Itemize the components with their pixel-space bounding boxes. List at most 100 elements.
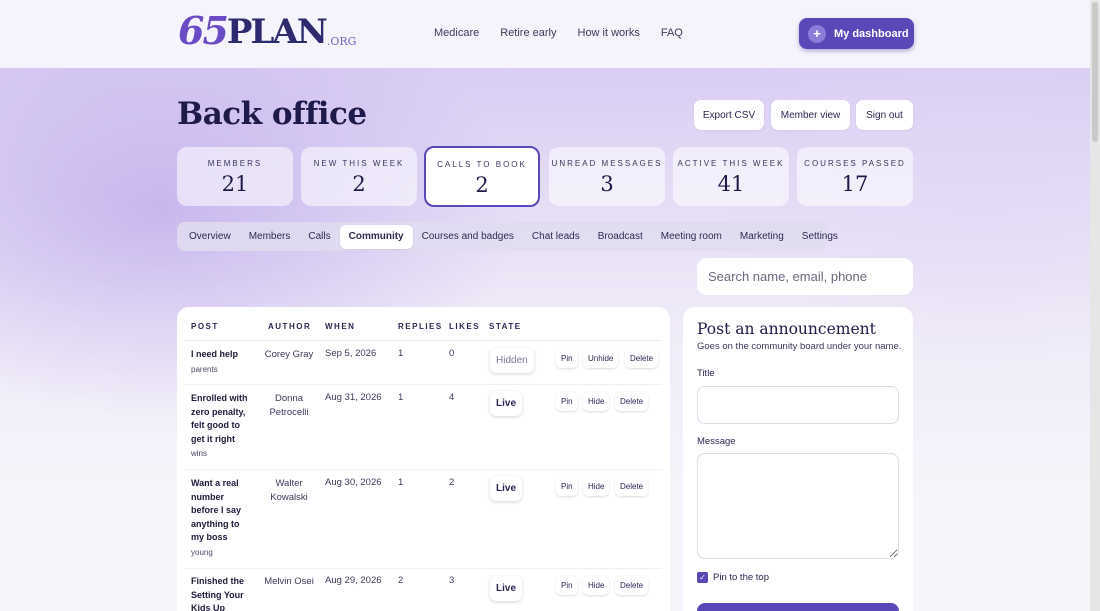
community-posts-table: Post Author When Replies Likes State I n… (177, 307, 670, 611)
replies-cell: 1 (398, 348, 404, 359)
checkbox-checked-icon[interactable]: ✓ (697, 572, 708, 583)
col-header-post: Post (191, 322, 219, 331)
table-row: Enrolled with zero penalty, felt good to… (177, 384, 670, 468)
post-tag: wins (191, 449, 208, 459)
announcement-title-field[interactable] (697, 386, 899, 424)
page-scrollbar[interactable] (1090, 0, 1100, 611)
post-cell[interactable]: I need help parents (191, 348, 253, 376)
page-title: Back office (177, 96, 367, 132)
likes-cell: 0 (449, 348, 455, 359)
stat-unread-messages[interactable]: Unread messages 3 (549, 147, 665, 206)
hide-button[interactable]: Hide (583, 576, 610, 595)
post-cell[interactable]: Finished the Setting Your Kids Up (191, 575, 253, 611)
tab-meeting-room[interactable]: Meeting room (652, 225, 731, 249)
delete-button[interactable]: Delete (615, 477, 649, 496)
stat-value: 41 (717, 172, 745, 196)
when-cell: Sep 5, 2026 (325, 348, 377, 359)
unhide-button[interactable]: Unhide (583, 349, 619, 368)
when-cell: Aug 29, 2026 (325, 575, 382, 586)
tab-overview[interactable]: Overview (180, 225, 240, 249)
export-csv-button[interactable]: Export CSV (694, 100, 764, 130)
stat-members[interactable]: Members 21 (177, 147, 293, 206)
section-tabs: Overview Members Calls Community Courses… (177, 222, 838, 251)
col-header-author: Author (268, 322, 312, 331)
pin-button[interactable]: Pin (556, 576, 578, 595)
tab-courses-and-badges[interactable]: Courses and badges (413, 225, 523, 249)
row-divider (185, 469, 662, 470)
status-badge: Live (490, 576, 523, 601)
author-cell: Walter Kowalski (270, 478, 308, 503)
tab-broadcast[interactable]: Broadcast (589, 225, 652, 249)
post-cell[interactable]: Enrolled with zero penalty, felt good to… (191, 392, 253, 461)
post-announcement-button[interactable] (697, 603, 899, 611)
stat-label: Calls to book (437, 160, 527, 169)
status-badge: Live (490, 391, 523, 416)
table-row: I need help parents Corey Gray Sep 5, 20… (177, 341, 670, 383)
message-field-label: Message (697, 436, 736, 447)
announcement-title: Post an announcement (697, 320, 876, 338)
table-row: Want a real number before I say anything… (177, 469, 670, 567)
pin-button[interactable]: Pin (556, 392, 578, 411)
stat-value: 2 (352, 172, 366, 196)
tab-settings[interactable]: Settings (793, 225, 847, 249)
stats-row: Members 21 New this week 2 Calls to book… (177, 146, 914, 207)
delete-button[interactable]: Delete (615, 392, 649, 411)
scrollbar-thumb[interactable] (1092, 2, 1098, 142)
stat-label: New this week (313, 159, 405, 168)
likes-cell: 3 (449, 575, 455, 586)
status-badge: Live (490, 476, 523, 501)
delete-button[interactable]: Delete (615, 576, 649, 595)
stat-label: Courses passed (804, 159, 906, 168)
pin-to-top-toggle[interactable]: ✓ Pin to the top (697, 572, 769, 583)
stat-value: 17 (841, 172, 869, 196)
when-cell: Aug 30, 2026 (325, 477, 382, 488)
stat-new-this-week[interactable]: New this week 2 (301, 147, 417, 206)
sign-out-button[interactable]: Sign out (856, 100, 913, 130)
search-input[interactable] (697, 258, 913, 295)
replies-cell: 1 (398, 477, 404, 488)
stat-label: Active this week (677, 159, 785, 168)
tab-calls[interactable]: Calls (299, 225, 339, 249)
replies-cell: 2 (398, 575, 404, 586)
delete-button[interactable]: Delete (625, 349, 659, 368)
tab-community[interactable]: Community (339, 224, 413, 249)
stat-active-this-week[interactable]: Active this week 41 (673, 147, 789, 206)
post-title: Enrolled with zero penalty, felt good to… (191, 393, 248, 444)
stat-label: Members (207, 159, 263, 168)
stat-value: 2 (475, 173, 489, 197)
post-cell[interactable]: Want a real number before I say anything… (191, 477, 253, 560)
stat-value: 21 (221, 172, 249, 196)
likes-cell: 2 (449, 477, 455, 488)
author-cell: Melvin Osei (264, 576, 314, 587)
stat-label: Unread messages (551, 159, 663, 168)
when-cell: Aug 31, 2026 (325, 392, 382, 403)
pin-button[interactable]: Pin (556, 349, 578, 368)
status-badge: Hidden (490, 348, 534, 373)
tab-marketing[interactable]: Marketing (731, 225, 793, 249)
member-view-button[interactable]: Member view (771, 100, 850, 130)
back-office-page: Back office Export CSV Member view Sign … (0, 0, 1090, 611)
post-title: Finished the Setting Your Kids Up (191, 576, 245, 611)
col-header-likes: Likes (449, 322, 481, 331)
likes-cell: 4 (449, 392, 455, 403)
tab-members[interactable]: Members (240, 225, 300, 249)
pin-to-top-label: Pin to the top (713, 572, 769, 583)
hide-button[interactable]: Hide (583, 477, 610, 496)
tab-chat-leads[interactable]: Chat leads (523, 225, 589, 249)
replies-cell: 1 (398, 392, 404, 403)
title-field-label: Title (697, 368, 715, 379)
post-title: I need help (191, 349, 239, 359)
author-cell: Donna Petrocelli (269, 393, 309, 418)
post-title: Want a real number before I say anything… (191, 478, 242, 543)
announcement-message-field[interactable] (697, 453, 899, 559)
col-header-replies: Replies (398, 322, 443, 331)
post-tag: young (191, 547, 213, 557)
stat-calls-to-book[interactable]: Calls to book 2 (424, 146, 540, 207)
hide-button[interactable]: Hide (583, 392, 610, 411)
col-header-state: State (489, 322, 522, 331)
pin-button[interactable]: Pin (556, 477, 578, 496)
stat-courses-passed[interactable]: Courses passed 17 (797, 147, 913, 206)
col-header-when: When (325, 322, 356, 331)
stat-value: 3 (600, 172, 614, 196)
announcement-panel: Post an announcement Goes on the communi… (683, 307, 913, 611)
